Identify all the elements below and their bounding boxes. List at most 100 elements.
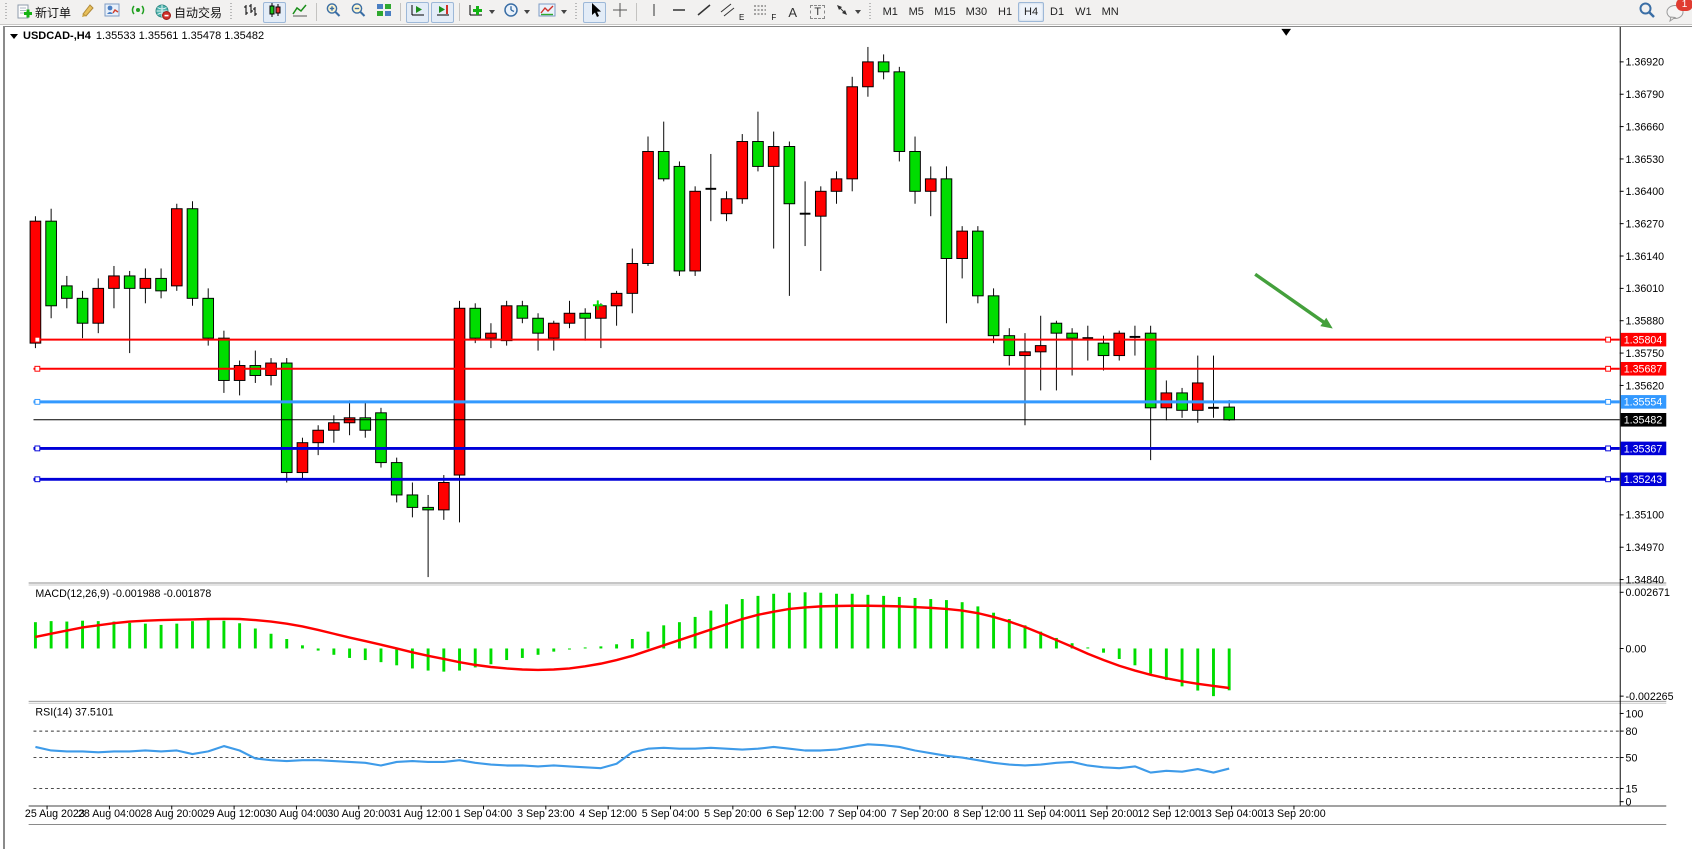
- horizontal-line-icon: [671, 2, 687, 23]
- timeframe-button-h1[interactable]: H1: [992, 2, 1018, 22]
- timeframe-button-h4[interactable]: H4: [1018, 2, 1044, 22]
- hline-handle[interactable]: [35, 337, 40, 342]
- candle-up: [1192, 383, 1203, 410]
- date-axis-label: 13 Sep 20:00: [1262, 808, 1325, 820]
- timeframe-button-m1[interactable]: M1: [877, 2, 903, 22]
- fibonacci-tool-button[interactable]: F: [749, 2, 779, 23]
- auto-scroll-button[interactable]: [406, 2, 429, 23]
- toolbar-grip[interactable]: [229, 3, 234, 21]
- timeframe-button-m30[interactable]: M30: [961, 2, 992, 22]
- zoom-in-button[interactable]: [322, 2, 345, 23]
- price-axis-label: 1.36530: [1626, 154, 1665, 166]
- chart-menu-caret-icon[interactable]: [10, 34, 18, 39]
- zoom-in-icon: [325, 2, 342, 23]
- candle-up: [1161, 393, 1172, 408]
- candle-up: [815, 191, 826, 216]
- price-axis-label: 1.35620: [1626, 380, 1665, 392]
- arrow-annotation[interactable]: [1255, 274, 1326, 324]
- candle-up: [1020, 352, 1031, 356]
- timeframe-button-d1[interactable]: D1: [1044, 2, 1070, 22]
- hline-handle[interactable]: [35, 446, 40, 451]
- zoom-out-button[interactable]: [347, 2, 370, 23]
- indicators-caret-icon: [489, 10, 495, 14]
- hline-handle[interactable]: [1606, 366, 1611, 371]
- hline-handle[interactable]: [35, 399, 40, 404]
- chart-canvas[interactable]: 1.369201.367901.366601.365301.364001.362…: [0, 26, 1692, 855]
- price-axis-label: 1.35880: [1626, 316, 1665, 328]
- hline-handle[interactable]: [1606, 337, 1611, 342]
- text-tool-icon: A: [788, 5, 797, 20]
- text-tool-button[interactable]: A: [781, 2, 804, 23]
- candle-up: [454, 308, 465, 475]
- equidistant-channel-tool-button[interactable]: E: [717, 2, 747, 23]
- toolbar-grip[interactable]: [574, 3, 579, 21]
- vertical-line-tool-button[interactable]: [642, 2, 665, 23]
- notifications-icon[interactable]: 1: [1666, 4, 1686, 22]
- styler-button[interactable]: [76, 2, 99, 23]
- price-axis-label: 1.36920: [1626, 57, 1665, 69]
- toolbar-grip[interactable]: [868, 3, 873, 21]
- chart-type-candles-button[interactable]: [263, 2, 286, 23]
- templates-button[interactable]: [535, 2, 570, 23]
- candle-up: [30, 221, 41, 343]
- candle-down: [281, 363, 292, 473]
- templates-caret-icon: [561, 10, 567, 14]
- fibonacci-icon: [752, 2, 768, 23]
- tile-windows-button[interactable]: [372, 2, 395, 23]
- hline-handle[interactable]: [1606, 446, 1611, 451]
- chart-type-line-button[interactable]: [288, 2, 311, 23]
- candle-down: [470, 308, 481, 338]
- timeframe-button-m15[interactable]: M15: [929, 2, 960, 22]
- price-badge-value: 1.35554: [1624, 397, 1663, 409]
- autotrading-button[interactable]: 自动交易: [151, 2, 225, 23]
- rsi-axis-label: 15: [1626, 783, 1638, 795]
- hline-handle[interactable]: [35, 477, 40, 482]
- chart-shift-marker[interactable]: [1281, 29, 1291, 36]
- chart-type-bars-button[interactable]: [238, 2, 261, 23]
- arrows-tool-button[interactable]: [831, 2, 864, 23]
- chart-shift-button[interactable]: [431, 2, 454, 23]
- trendline-tool-button[interactable]: [692, 2, 715, 23]
- date-axis-label: 4 Sep 12:00: [579, 808, 637, 820]
- date-axis-label: 3 Sep 23:00: [517, 808, 575, 820]
- indicators-icon: [468, 2, 484, 23]
- timeframe-button-w1[interactable]: W1: [1070, 2, 1097, 22]
- crosshair-icon: [612, 2, 628, 23]
- market-watch-button[interactable]: [101, 2, 124, 23]
- periods-button[interactable]: [500, 2, 533, 23]
- signals-button[interactable]: [126, 2, 149, 23]
- search-icon[interactable]: [1638, 1, 1656, 24]
- new-order-button[interactable]: 新订单: [13, 2, 74, 23]
- horizontal-line-tool-button[interactable]: [667, 2, 690, 23]
- crosshair-tool-button[interactable]: [608, 2, 631, 23]
- periods-caret-icon: [524, 10, 530, 14]
- candle-up: [171, 209, 182, 286]
- candle-up: [721, 199, 732, 214]
- date-axis-label: 28 Aug 20:00: [140, 808, 203, 820]
- toolbar-grip[interactable]: [4, 3, 9, 21]
- hline-handle[interactable]: [35, 366, 40, 371]
- candle-down: [124, 276, 135, 288]
- candle-down: [580, 313, 591, 318]
- date-axis-label: 5 Sep 04:00: [642, 808, 700, 820]
- candle-down: [1004, 336, 1015, 356]
- macd-axis-label: -0.002265: [1626, 691, 1674, 703]
- timeframe-button-mn[interactable]: MN: [1097, 2, 1124, 22]
- hline-handle[interactable]: [1606, 477, 1611, 482]
- candle-up: [548, 323, 559, 338]
- candle-doji: [1130, 336, 1141, 338]
- candle-down: [941, 179, 952, 259]
- trendline-icon: [696, 2, 712, 23]
- candle-doji: [800, 213, 811, 215]
- signals-icon: [130, 2, 146, 23]
- candle-down: [219, 338, 230, 380]
- rsi-line: [35, 744, 1229, 772]
- date-axis-label: 30 Aug 20:00: [327, 808, 390, 820]
- candle-up: [690, 191, 701, 271]
- hline-handle[interactable]: [1606, 399, 1611, 404]
- timeframe-group: M1M5M15M30H1H4D1W1MN: [877, 2, 1123, 22]
- indicators-button[interactable]: [465, 2, 498, 23]
- text-label-tool-button[interactable]: T: [806, 2, 829, 23]
- timeframe-button-m5[interactable]: M5: [903, 2, 929, 22]
- cursor-tool-button[interactable]: [583, 2, 606, 23]
